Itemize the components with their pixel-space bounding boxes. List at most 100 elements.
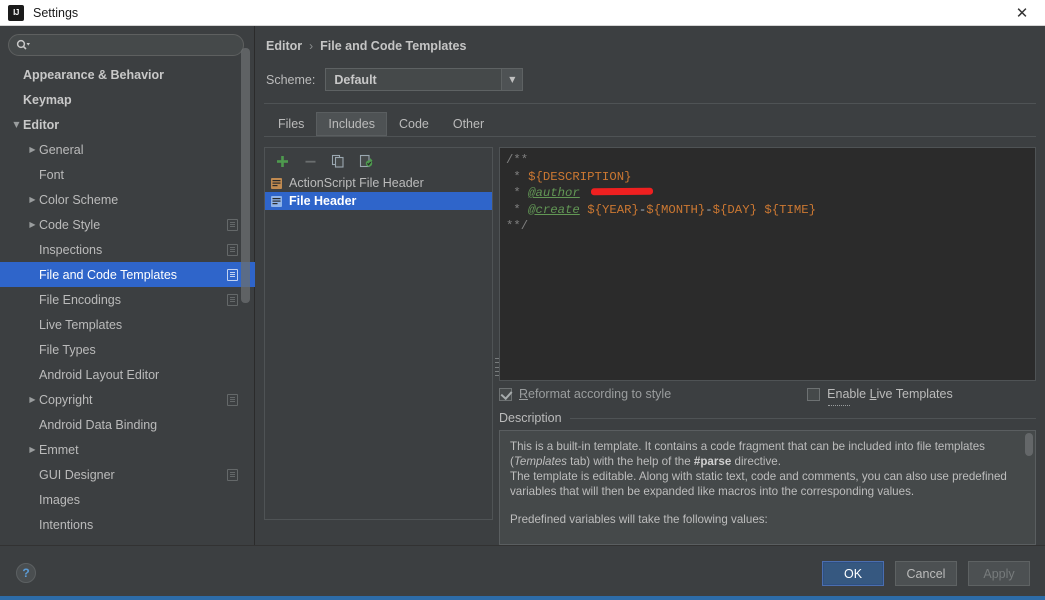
list-item[interactable]: File Header — [265, 192, 492, 210]
sidebar-item-images[interactable]: Images — [0, 487, 255, 512]
sidebar-item-general[interactable]: ▶ General — [0, 137, 255, 162]
sidebar-item-file-encodings[interactable]: File Encodings — [0, 287, 255, 312]
reset-template-button[interactable] — [357, 152, 375, 170]
sidebar-item-appearance-behavior[interactable]: Appearance & Behavior — [0, 62, 255, 87]
template-code-editor[interactable]: /** * ${DESCRIPTION} * @author * @create… — [499, 147, 1036, 381]
tab-other[interactable]: Other — [441, 112, 496, 136]
settings-dialog: Settings ✕ Appearance & BehaviorKeymap▼E… — [0, 0, 1045, 600]
tab-includes[interactable]: Includes — [316, 112, 387, 136]
close-icon[interactable]: ✕ — [999, 0, 1045, 26]
code-token: * — [506, 186, 529, 200]
settings-sidebar: Appearance & Behavior Keymap ▼ Editor ▶ Gener… — [0, 26, 255, 545]
sidebar-item-label: Font — [39, 167, 65, 182]
sidebar-item-android-layout-editor[interactable]: Android Layout Editor — [0, 362, 255, 387]
tab-files[interactable]: Files — [266, 112, 316, 136]
help-button[interactable]: ? — [16, 563, 36, 583]
sidebar-scrollbar[interactable] — [241, 48, 250, 303]
template-list[interactable]: ActionScript File Header File Header — [265, 174, 492, 519]
dialog-body: Appearance & Behavior Keymap ▼ Editor ▶ Gener… — [0, 26, 1045, 545]
scheme-value: Default — [334, 72, 377, 87]
scheme-select[interactable]: Default ▼ — [325, 68, 524, 91]
template-tabs[interactable]: Files Includes Code Other — [266, 112, 496, 136]
sidebar-item-label: Color Scheme — [39, 192, 119, 207]
sidebar-item-label: Inspections — [39, 242, 103, 257]
sidebar-item-label: GUI Designer — [39, 467, 115, 482]
code-line: **/ — [506, 218, 1029, 235]
sidebar-item-live-templates[interactable]: Live Templates — [0, 312, 255, 337]
sidebar-item-file-types[interactable]: File Types — [0, 337, 255, 362]
chevron-right-icon[interactable]: ▶ — [26, 143, 39, 156]
file-header-icon — [270, 195, 283, 208]
settings-main-panel: Editor › File and Code Templates Scheme:… — [256, 26, 1045, 545]
code-line: /** — [506, 152, 1029, 169]
scheme-label: Scheme: — [266, 72, 316, 87]
sidebar-item-keymap[interactable]: Keymap — [0, 87, 255, 112]
project-scope-icon — [227, 268, 238, 281]
ok-button[interactable]: OK — [822, 561, 884, 586]
tab-code[interactable]: Code — [387, 112, 441, 136]
sidebar-item-emmet[interactable]: ▶ Emmet — [0, 437, 255, 462]
search-box[interactable] — [8, 34, 244, 56]
code-token: ${DESCRIPTION} — [528, 169, 632, 184]
breadcrumb-parent[interactable]: Editor — [266, 39, 302, 53]
breadcrumb: Editor › File and Code Templates — [266, 39, 466, 53]
code-token: /** — [506, 153, 529, 167]
search-input[interactable] — [31, 38, 243, 52]
copy-template-button[interactable] — [329, 152, 347, 170]
description-scrollbar[interactable] — [1025, 433, 1033, 456]
description-paragraph-3: Predefined variables will take the follo… — [510, 513, 768, 526]
sidebar-item-file-and-code-templates[interactable]: File and Code Templates — [0, 262, 255, 287]
reformat-checkbox[interactable]: Reformat according to style — [499, 387, 671, 401]
description-box[interactable]: This is a built-in template. It contains… — [499, 430, 1036, 545]
chevron-right-icon[interactable]: ▶ — [26, 193, 39, 206]
live-templates-checkbox[interactable]: Enable Live Templates — [807, 387, 953, 406]
sidebar-item-label: General — [39, 142, 84, 157]
description-rule — [569, 417, 1036, 419]
code-token: **/ — [506, 219, 529, 233]
sidebar-item-label: File and Code Templates — [39, 267, 178, 282]
sidebar-item-color-scheme[interactable]: ▶ Color Scheme — [0, 187, 255, 212]
sidebar-item-label: Copyright — [39, 392, 93, 407]
code-line: * @author — [506, 185, 1029, 202]
apply-button: Apply — [968, 561, 1030, 586]
code-token: * — [506, 202, 529, 217]
sidebar-item-android-data-binding[interactable]: Android Data Binding — [0, 412, 255, 437]
sidebar-item-intentions[interactable]: Intentions — [0, 512, 255, 537]
cancel-button[interactable]: Cancel — [895, 561, 957, 586]
sidebar-item-code-style[interactable]: ▶ Code Style — [0, 212, 255, 237]
search-icon — [16, 39, 31, 51]
chevron-right-icon[interactable]: ▶ — [26, 393, 39, 406]
settings-tree[interactable]: Appearance & Behavior Keymap ▼ Editor ▶ Gener… — [0, 62, 255, 545]
sidebar-item-editor[interactable]: ▼ Editor — [0, 112, 255, 137]
breadcrumb-separator: › — [309, 39, 314, 53]
reformat-checkbox-box[interactable] — [499, 387, 512, 401]
intellij-logo-icon — [8, 4, 24, 21]
scheme-row: Scheme: Default ▼ — [266, 68, 524, 91]
sidebar-item-label: Android Layout Editor — [39, 367, 160, 382]
description-paragraph-1: This is a built-in template. It contains… — [510, 440, 985, 468]
live-templates-checkbox-box[interactable] — [807, 387, 821, 401]
sidebar-item-label: Images — [39, 492, 80, 507]
sidebar-item-font[interactable]: Font — [0, 162, 255, 187]
sidebar-item-gui-designer[interactable]: GUI Designer — [0, 462, 255, 487]
add-template-button[interactable] — [273, 152, 291, 170]
code-token: - — [705, 202, 713, 217]
chevron-down-icon[interactable]: ▼ — [10, 118, 23, 131]
list-item[interactable]: ActionScript File Header — [265, 174, 492, 192]
chevron-down-icon[interactable]: ▼ — [501, 69, 523, 90]
project-scope-icon — [227, 243, 238, 256]
sidebar-item-inspections[interactable]: Inspections — [0, 237, 255, 262]
chevron-right-icon[interactable]: ▶ — [26, 218, 39, 231]
live-templates-mnemonic: L — [869, 387, 877, 401]
sidebar-item-label: Android Data Binding — [39, 417, 158, 432]
chevron-right-icon[interactable]: ▶ — [26, 443, 39, 456]
sidebar-item-copyright[interactable]: ▶ Copyright — [0, 387, 255, 412]
